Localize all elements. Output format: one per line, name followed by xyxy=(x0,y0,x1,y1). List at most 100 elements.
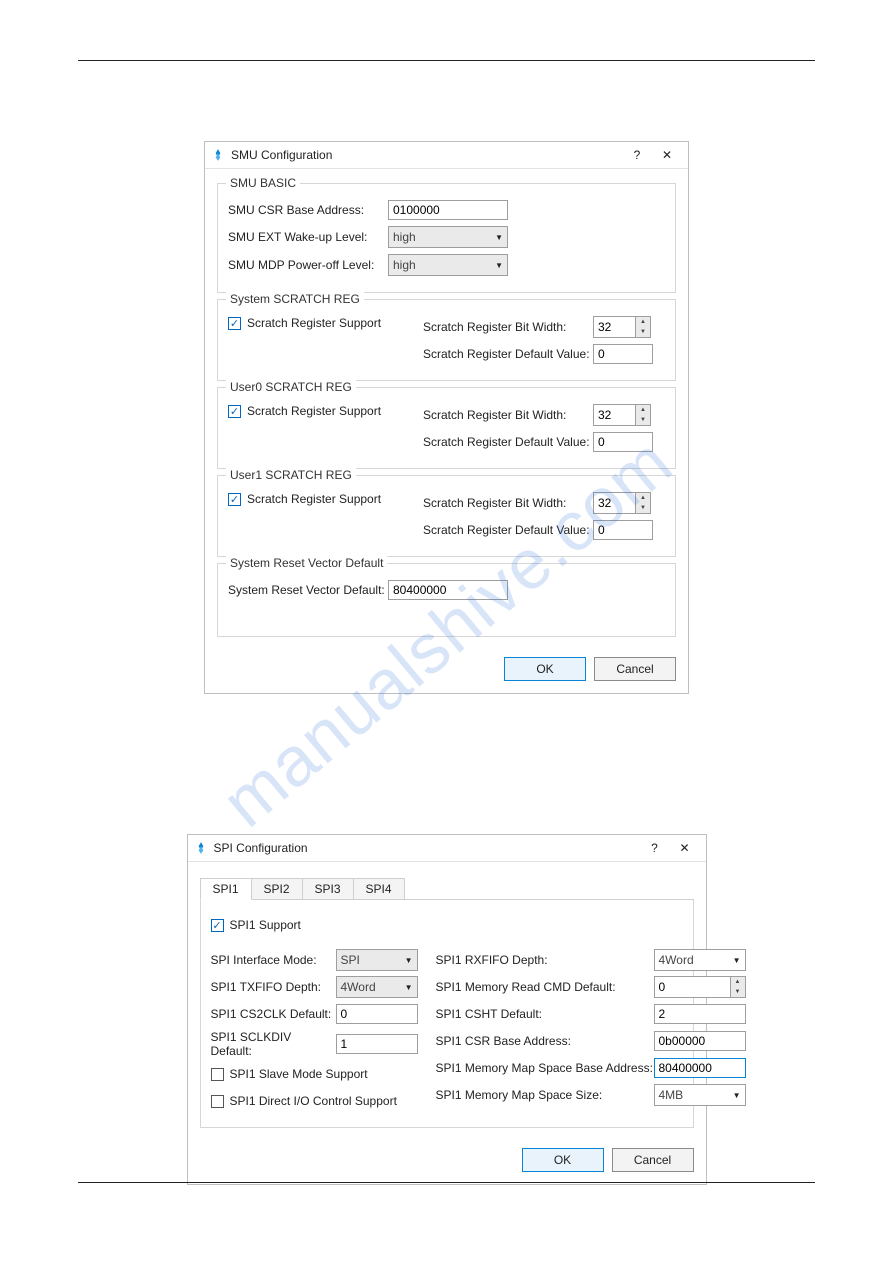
chevron-down-icon[interactable]: ▼ xyxy=(731,987,745,997)
chevron-down-icon: ▼ xyxy=(495,233,503,242)
label-direct-io: SPI1 Direct I/O Control Support xyxy=(230,1094,397,1108)
chevron-down-icon[interactable]: ▼ xyxy=(636,415,650,425)
input-mmbase[interactable] xyxy=(654,1058,746,1078)
ok-button[interactable]: OK xyxy=(504,657,586,681)
input-sys-default[interactable] xyxy=(593,344,653,364)
chevron-up-icon[interactable]: ▲ xyxy=(636,493,650,503)
label-sys-default: Scratch Register Default Value: xyxy=(423,347,593,361)
input-cs2clk[interactable] xyxy=(336,1004,418,1024)
spin-sys-bitwidth-value[interactable] xyxy=(593,316,635,338)
spi-tabs: SPI1 SPI2 SPI3 SPI4 xyxy=(200,878,694,900)
label-mdp-poweroff: SMU MDP Power-off Level: xyxy=(228,258,388,272)
group-user0-scratch: User0 SCRATCH REG ✓ Scratch Register Sup… xyxy=(217,387,676,469)
checkbox-user1-scratch-support[interactable]: ✓ xyxy=(228,493,241,506)
spi-titlebar: SPI Configuration ? ✕ xyxy=(188,835,706,862)
help-button[interactable]: ? xyxy=(622,143,652,167)
input-user1-default[interactable] xyxy=(593,520,653,540)
cancel-button[interactable]: Cancel xyxy=(594,657,676,681)
chevron-down-icon[interactable]: ▼ xyxy=(636,327,650,337)
label-mmsize: SPI1 Memory Map Space Size: xyxy=(436,1088,654,1102)
group-sys-scratch: System SCRATCH REG ✓ Scratch Register Su… xyxy=(217,299,676,381)
select-mmsize[interactable]: 4MB ▼ xyxy=(654,1084,746,1106)
label-sys-bitwidth: Scratch Register Bit Width: xyxy=(423,320,593,334)
chevron-down-icon: ▼ xyxy=(495,261,503,270)
input-csr[interactable] xyxy=(654,1031,746,1051)
app-icon xyxy=(211,148,225,162)
input-user0-default[interactable] xyxy=(593,432,653,452)
app-icon xyxy=(194,841,208,855)
tab-spi3[interactable]: SPI3 xyxy=(302,878,354,899)
close-button[interactable]: ✕ xyxy=(652,143,682,167)
label-ext-wakeup: SMU EXT Wake-up Level: xyxy=(228,230,388,244)
label-sys-scratch-support: Scratch Register Support xyxy=(247,316,381,330)
label-cs2clk: SPI1 CS2CLK Default: xyxy=(211,1007,336,1021)
question-icon: ? xyxy=(634,148,641,162)
spin-memrd[interactable]: ▲▼ xyxy=(654,976,746,998)
select-ext-wakeup[interactable]: high ▼ xyxy=(388,226,508,248)
legend-user0-scratch: User0 SCRATCH REG xyxy=(226,380,356,394)
checkbox-direct-io[interactable] xyxy=(211,1095,224,1108)
chevron-up-icon[interactable]: ▲ xyxy=(636,405,650,415)
checkbox-spi1-support[interactable]: ✓ xyxy=(211,919,224,932)
spin-sys-bitwidth[interactable]: ▲▼ xyxy=(593,316,651,338)
label-txfifo: SPI1 TXFIFO Depth: xyxy=(211,980,336,994)
select-mdp-poweroff[interactable]: high ▼ xyxy=(388,254,508,276)
label-user1-default: Scratch Register Default Value: xyxy=(423,523,593,537)
label-sclkdiv: SPI1 SCLKDIV Default: xyxy=(211,1030,336,1058)
select-mdp-poweroff-value: high xyxy=(393,258,416,272)
spi-title: SPI Configuration xyxy=(214,841,640,855)
smu-title: SMU Configuration xyxy=(231,148,622,162)
spin-memrd-value[interactable] xyxy=(654,976,730,998)
question-icon: ? xyxy=(651,841,658,855)
input-csht[interactable] xyxy=(654,1004,746,1024)
label-if-mode: SPI Interface Mode: xyxy=(211,953,336,967)
label-user0-scratch-support: Scratch Register Support xyxy=(247,404,381,418)
select-txfifo[interactable]: 4Word ▼ xyxy=(336,976,418,998)
spi-config-dialog: SPI Configuration ? ✕ SPI1 SPI2 SPI3 SPI… xyxy=(187,834,707,1185)
label-user1-bitwidth: Scratch Register Bit Width: xyxy=(423,496,593,510)
checkbox-user0-scratch-support[interactable]: ✓ xyxy=(228,405,241,418)
label-reset-vector: System Reset Vector Default: xyxy=(228,583,388,597)
input-sclkdiv[interactable] xyxy=(336,1034,418,1054)
chevron-down-icon[interactable]: ▼ xyxy=(636,503,650,513)
spin-user1-bitwidth[interactable]: ▲▼ xyxy=(593,492,651,514)
chevron-down-icon: ▼ xyxy=(733,956,741,965)
input-csr-addr[interactable] xyxy=(388,200,508,220)
cancel-button[interactable]: Cancel xyxy=(612,1148,694,1172)
ok-button-label: OK xyxy=(554,1153,571,1167)
label-user0-default: Scratch Register Default Value: xyxy=(423,435,593,449)
spin-user0-bitwidth[interactable]: ▲▼ xyxy=(593,404,651,426)
ok-button[interactable]: OK xyxy=(522,1148,604,1172)
help-button[interactable]: ? xyxy=(640,836,670,860)
chevron-down-icon: ▼ xyxy=(733,1091,741,1100)
tab-spi1[interactable]: SPI1 xyxy=(200,878,252,900)
close-icon: ✕ xyxy=(679,841,689,855)
label-slave-mode: SPI1 Slave Mode Support xyxy=(230,1067,368,1081)
cancel-button-label: Cancel xyxy=(616,662,653,676)
page-top-rule xyxy=(78,60,815,61)
checkbox-slave-mode[interactable] xyxy=(211,1068,224,1081)
select-mmsize-value: 4MB xyxy=(659,1088,684,1102)
label-mmbase: SPI1 Memory Map Space Base Address: xyxy=(436,1061,654,1075)
checkbox-sys-scratch-support[interactable]: ✓ xyxy=(228,317,241,330)
select-rxfifo-value: 4Word xyxy=(659,953,694,967)
select-rxfifo[interactable]: 4Word ▼ xyxy=(654,949,746,971)
smu-config-dialog: SMU Configuration ? ✕ SMU BASIC SMU CSR … xyxy=(204,141,689,694)
close-button[interactable]: ✕ xyxy=(670,836,700,860)
label-csr-addr: SMU CSR Base Address: xyxy=(228,203,388,217)
tab-spi2[interactable]: SPI2 xyxy=(251,878,303,899)
input-reset-vector[interactable] xyxy=(388,580,508,600)
select-if-mode[interactable]: SPI ▼ xyxy=(336,949,418,971)
label-rxfifo: SPI1 RXFIFO Depth: xyxy=(436,953,654,967)
label-user0-bitwidth: Scratch Register Bit Width: xyxy=(423,408,593,422)
chevron-up-icon[interactable]: ▲ xyxy=(731,977,745,987)
spin-user1-bitwidth-value[interactable] xyxy=(593,492,635,514)
spin-user0-bitwidth-value[interactable] xyxy=(593,404,635,426)
chevron-up-icon[interactable]: ▲ xyxy=(636,317,650,327)
label-spi1-support: SPI1 Support xyxy=(230,918,301,932)
spi1-panel: ✓ SPI1 Support SPI Interface Mode: SPI ▼ xyxy=(200,900,694,1128)
group-user1-scratch: User1 SCRATCH REG ✓ Scratch Register Sup… xyxy=(217,475,676,557)
legend-smu-basic: SMU BASIC xyxy=(226,176,300,190)
select-if-mode-value: SPI xyxy=(341,953,360,967)
tab-spi4[interactable]: SPI4 xyxy=(353,878,405,899)
